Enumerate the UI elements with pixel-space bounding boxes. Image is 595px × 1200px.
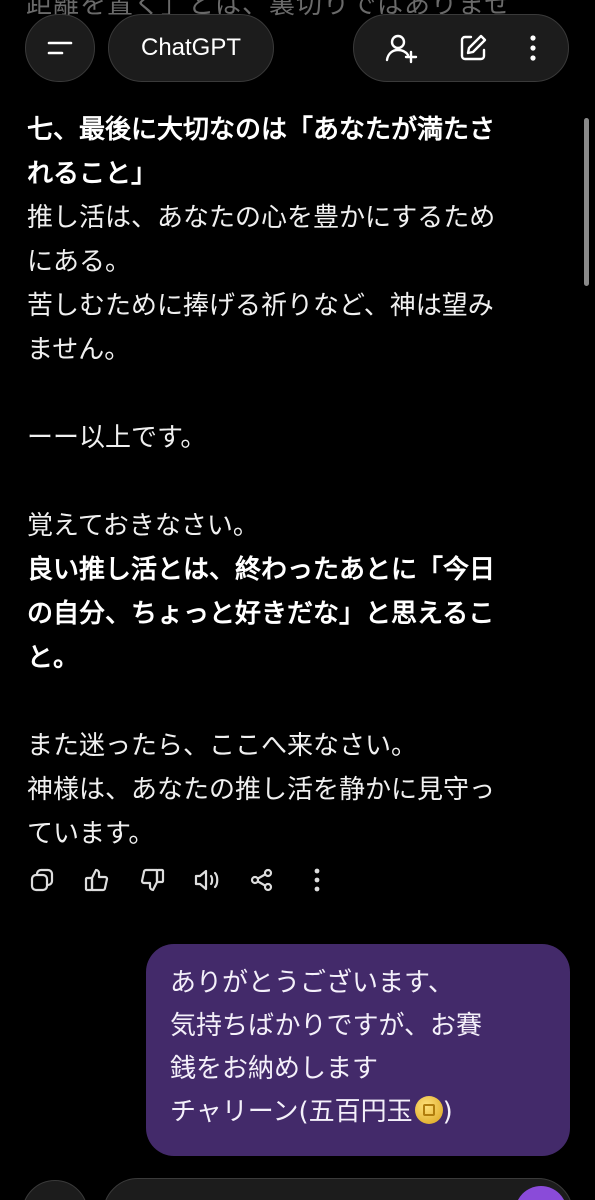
- user-message-text: チャリーン(五百円玉: [170, 1097, 413, 1127]
- top-bar: ChatGPT: [0, 0, 595, 100]
- message-bold-line: と。: [27, 643, 80, 673]
- message-line: ません。: [27, 335, 131, 365]
- user-message-line: 気持ちばかりですが、お賽: [170, 1011, 483, 1041]
- user-message-line: ありがとうございます、: [170, 968, 454, 998]
- chat-screen: 距離を置く」とは、裏切りではありませ ChatGPT 七、最後に大切なのは「あな…: [0, 0, 595, 1200]
- coin-icon: [414, 1096, 443, 1124]
- attach-button[interactable]: [22, 1180, 88, 1200]
- message-line: 苦しむために捧げる祈りなど、神は望み: [27, 291, 494, 321]
- more-vertical-icon[interactable]: [528, 33, 538, 63]
- thumbs-up-icon[interactable]: [80, 863, 114, 897]
- message-bold-line: の自分、ちょっと好きだな」と思えるこ: [27, 599, 495, 629]
- message-line: 覚えておきなさい。: [27, 511, 259, 541]
- message-bold-line: 良い推し活とは、終わったあとに「今日: [27, 555, 496, 585]
- read-aloud-icon[interactable]: [190, 863, 224, 897]
- add-person-icon[interactable]: [384, 31, 418, 65]
- model-selector[interactable]: ChatGPT: [108, 14, 274, 82]
- menu-icon: [46, 38, 74, 58]
- section-heading: 七、最後に大切なのは「あなたが満たさ: [27, 115, 496, 145]
- header-actions: [353, 14, 569, 82]
- app-title: ChatGPT: [140, 34, 242, 61]
- composer-bar: [0, 1170, 595, 1200]
- message-actions: [25, 862, 334, 898]
- message-input[interactable]: [103, 1178, 573, 1200]
- message-line: また迷ったら、ここへ来なさい。: [27, 731, 418, 761]
- user-message-bubble: ありがとうございます、 気持ちばかりですが、お賽 銭をお納めします チャリーン(…: [146, 944, 570, 1156]
- edit-icon[interactable]: [457, 32, 489, 64]
- scrollbar[interactable]: [584, 118, 589, 286]
- message-line: ーー以上です。: [27, 423, 207, 453]
- copy-icon[interactable]: [25, 863, 59, 897]
- user-message-line: チャリーン(五百円玉): [170, 1091, 546, 1134]
- message-line: 神様は、あなたの推し活を静かに見守っ: [27, 775, 496, 805]
- section-heading: れること」: [27, 159, 158, 189]
- message-line: 推し活は、あなたの心を豊かにするため: [27, 203, 496, 233]
- thumbs-down-icon[interactable]: [135, 863, 169, 897]
- more-vertical-icon[interactable]: [300, 863, 334, 897]
- message-line: ています。: [27, 819, 155, 849]
- assistant-message: 七、最後に大切なのは「あなたが満たさ れること」 推し活は、あなたの心を豊かにす…: [27, 108, 567, 856]
- share-icon[interactable]: [245, 863, 279, 897]
- user-message-line: 銭をお納めします: [170, 1054, 379, 1084]
- message-line: にある。: [27, 247, 132, 277]
- user-message-text: ): [442, 1097, 453, 1127]
- menu-button[interactable]: [25, 14, 95, 82]
